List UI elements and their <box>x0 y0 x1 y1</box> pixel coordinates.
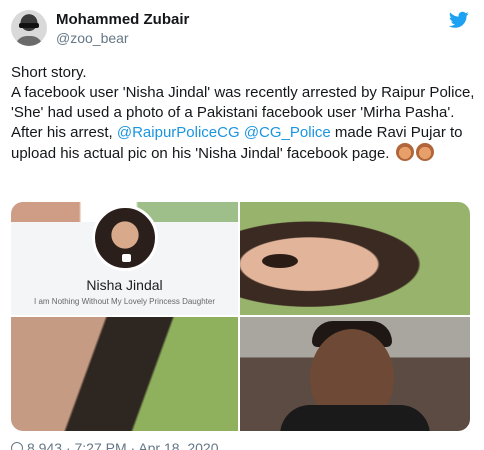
tweet-card: Mohammed Zubair @zoo_bear Short story. A… <box>0 0 484 450</box>
see-no-evil-monkey-emoji <box>415 143 434 161</box>
see-no-evil-monkey-emoji <box>395 143 414 161</box>
avatar-glasses <box>19 23 39 28</box>
twitter-bird-icon[interactable] <box>449 11 469 29</box>
profile-name: Nisha Jindal <box>86 277 163 293</box>
tweet-text: Short story. A facebook user 'Nisha Jind… <box>11 63 477 164</box>
author-handle[interactable]: @zoo_bear <box>56 30 129 46</box>
media-image-profile-screenshot[interactable]: Nisha Jindal I am Nothing Without My Lov… <box>11 202 238 315</box>
mention-cg-police[interactable]: @CG_Police <box>244 124 331 141</box>
mention-raipur-police[interactable]: @RaipurPoliceCG <box>117 124 240 141</box>
like-count[interactable]: 8,943 <box>27 440 62 450</box>
avatar-body <box>15 36 43 46</box>
tweet-line-1: Short story. <box>11 64 87 81</box>
man-shirt <box>280 405 430 431</box>
tweet-footer: 8,943 · 7:27 PM · Apr 18, 2020 <box>8 439 477 450</box>
avatar[interactable] <box>11 10 47 46</box>
tweet-line-2: A facebook user 'Nisha Jindal' was recen… <box>11 83 477 164</box>
author-name[interactable]: Mohammed Zubair <box>56 11 189 28</box>
camera-icon <box>122 254 131 262</box>
media-image-woman-hair[interactable] <box>11 317 238 431</box>
profile-bio: I am Nothing Without My Lovely Princess … <box>34 297 215 306</box>
heart-icon[interactable] <box>8 439 26 450</box>
media-image-man-selfie[interactable] <box>240 317 470 431</box>
eye-detail <box>262 254 298 268</box>
tweet-time[interactable]: · 7:27 PM · Apr 18, 2020 <box>66 440 219 450</box>
media-grid: Nisha Jindal I am Nothing Without My Lov… <box>11 202 470 431</box>
media-image-woman-closeup[interactable] <box>240 202 470 315</box>
